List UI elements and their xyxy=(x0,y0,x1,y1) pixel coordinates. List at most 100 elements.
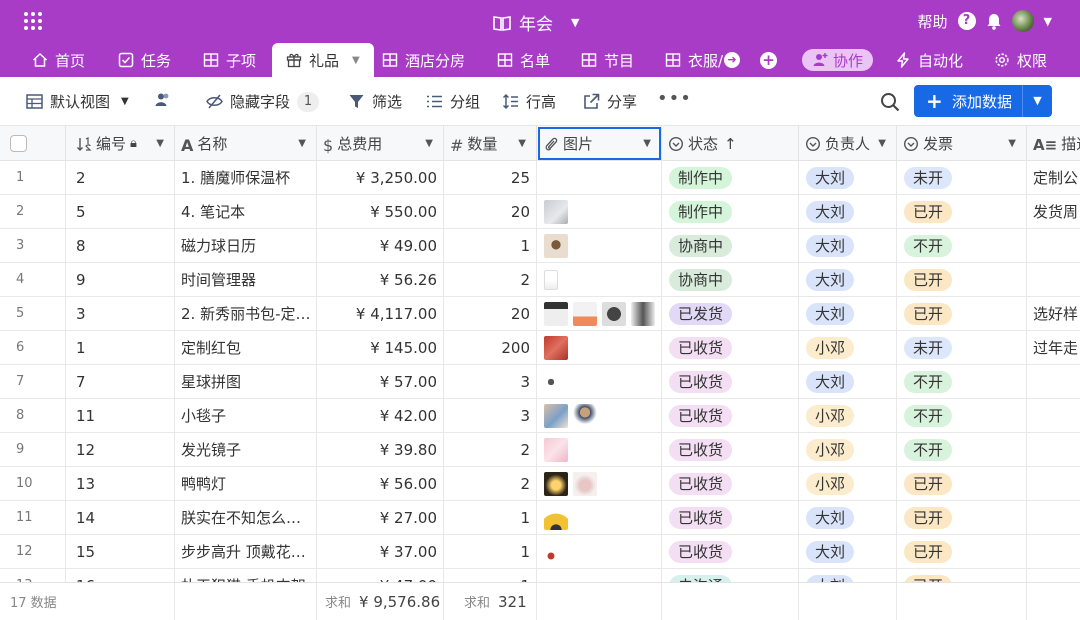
tab-gifts[interactable]: 礼品 ▼ xyxy=(272,43,374,77)
more-options-button[interactable]: ••• xyxy=(657,88,692,109)
column-header-description[interactable]: A≡ 描述 xyxy=(1027,126,1080,161)
add-data-dropdown[interactable]: ▼ xyxy=(1022,85,1052,117)
select-all-checkbox[interactable] xyxy=(10,135,27,152)
cell-number[interactable]: 8 xyxy=(66,229,175,262)
column-header-quantity[interactable]: # 数量 ▼ xyxy=(444,126,537,161)
cell-total-cost[interactable]: ¥ 4,117.00 xyxy=(317,297,444,330)
cell-description[interactable] xyxy=(1027,569,1080,582)
sum-cost-cell[interactable]: 求和 ¥ 9,576.86 xyxy=(317,583,444,620)
cell-total-cost[interactable]: ¥ 39.80 xyxy=(317,433,444,466)
cell-name[interactable]: 星球拼图 xyxy=(175,365,317,398)
column-header-status[interactable]: 状态 ↑ xyxy=(662,126,799,161)
cell-status[interactable]: 已收货 xyxy=(662,501,799,534)
cell-invoice[interactable]: 已开 xyxy=(897,195,1027,228)
cell-status[interactable]: 已收货 xyxy=(662,467,799,500)
image-thumbnail[interactable] xyxy=(544,505,568,530)
automation-button[interactable]: 自动化 xyxy=(895,43,963,77)
cell-images[interactable] xyxy=(537,365,662,398)
hide-fields-button[interactable]: 隐藏字段 1 xyxy=(206,91,320,112)
cell-images[interactable] xyxy=(537,297,662,330)
table-row[interactable]: 5 3 2. 新秀丽书包-定… ¥ 4,117.00 20 已发货 大刘 已开 选好样 xyxy=(0,297,1080,331)
image-thumbnail[interactable] xyxy=(544,371,558,392)
cell-owner[interactable]: 大刘 xyxy=(799,161,897,194)
cell-number[interactable]: 14 xyxy=(66,501,175,534)
cell-number[interactable]: 2 xyxy=(66,161,175,194)
cell-invoice[interactable]: 已开 xyxy=(897,501,1027,534)
app-grid-icon[interactable] xyxy=(24,12,42,30)
row-height-button[interactable]: 行高 xyxy=(502,91,556,112)
cell-status[interactable]: 制作中 xyxy=(662,195,799,228)
cell-total-cost[interactable]: ¥ 27.00 xyxy=(317,501,444,534)
cell-quantity[interactable]: 1 xyxy=(444,569,537,582)
cell-invoice[interactable]: 未开 xyxy=(897,331,1027,364)
cell-images[interactable] xyxy=(537,331,662,364)
image-thumbnail[interactable] xyxy=(573,301,597,326)
cell-owner[interactable]: 大刘 xyxy=(799,263,897,296)
image-thumbnail[interactable] xyxy=(544,437,568,462)
cell-status[interactable]: 制作中 xyxy=(662,161,799,194)
column-header-total-cost[interactable]: $ 总费用 ▼ xyxy=(317,126,444,161)
cell-owner[interactable]: 小邓 xyxy=(799,331,897,364)
tab-tasks[interactable]: 任务 xyxy=(118,43,171,77)
cell-owner[interactable]: 大刘 xyxy=(799,297,897,330)
cell-invoice[interactable]: 不开 xyxy=(897,433,1027,466)
help-link[interactable]: 帮助 xyxy=(918,11,948,32)
permissions-button[interactable]: 权限 xyxy=(994,43,1047,77)
cell-invoice[interactable]: 不开 xyxy=(897,399,1027,432)
cell-quantity[interactable]: 1 xyxy=(444,535,537,568)
help-icon[interactable]: ? xyxy=(957,12,976,30)
cell-status[interactable]: 已收货 xyxy=(662,399,799,432)
cell-name[interactable]: 扑天犯猫 手机支架 xyxy=(175,569,317,582)
cell-owner[interactable]: 大刘 xyxy=(799,195,897,228)
cell-description[interactable] xyxy=(1027,501,1080,534)
image-thumbnail[interactable] xyxy=(544,335,568,360)
cell-quantity[interactable]: 20 xyxy=(444,297,537,330)
scroll-tabs-arrow-icon[interactable]: ➜ xyxy=(724,52,740,68)
cell-quantity[interactable]: 2 xyxy=(444,467,537,500)
chevron-down-icon[interactable]: ▼ xyxy=(1044,15,1052,28)
cell-description[interactable]: 过年走 xyxy=(1027,331,1080,364)
tab-roster[interactable]: 名单 xyxy=(497,43,550,77)
tab-programs[interactable]: 节目 xyxy=(581,43,634,77)
cell-total-cost[interactable]: ¥ 145.00 xyxy=(317,331,444,364)
cell-number[interactable]: 9 xyxy=(66,263,175,296)
cell-status[interactable]: 已收货 xyxy=(662,433,799,466)
cell-invoice[interactable]: 已开 xyxy=(897,535,1027,568)
tab-home[interactable]: 首页 xyxy=(32,43,85,77)
share-button[interactable]: 分享 xyxy=(583,91,637,112)
cell-owner[interactable]: 大刘 xyxy=(799,501,897,534)
cell-name[interactable]: 步步高升 顶戴花… xyxy=(175,535,317,568)
cell-quantity[interactable]: 1 xyxy=(444,501,537,534)
cell-number[interactable]: 5 xyxy=(66,195,175,228)
chevron-down-icon[interactable]: ▼ xyxy=(298,138,306,149)
cell-quantity[interactable]: 3 xyxy=(444,365,537,398)
column-header-name[interactable]: A 名称 ▼ xyxy=(175,126,317,161)
cell-owner[interactable]: 小邓 xyxy=(799,399,897,432)
cell-images[interactable] xyxy=(537,195,662,228)
cell-description[interactable]: 发货周 xyxy=(1027,195,1080,228)
cell-description[interactable]: 定制公 xyxy=(1027,161,1080,194)
cell-images[interactable] xyxy=(537,535,662,568)
cell-images[interactable] xyxy=(537,263,662,296)
app-title[interactable]: 年会 ▼ xyxy=(493,10,579,35)
cell-description[interactable] xyxy=(1027,433,1080,466)
cell-quantity[interactable]: 25 xyxy=(444,161,537,194)
image-thumbnail[interactable] xyxy=(544,199,568,224)
cell-name[interactable]: 鸭鸭灯 xyxy=(175,467,317,500)
table-row[interactable]: 3 8 磁力球日历 ¥ 49.00 1 协商中 大刘 不开 xyxy=(0,229,1080,263)
cell-description[interactable] xyxy=(1027,263,1080,296)
column-header-number[interactable]: 编号 🔒︎ ▼ xyxy=(66,126,175,161)
cell-number[interactable]: 13 xyxy=(66,467,175,500)
cell-total-cost[interactable]: ¥ 37.00 xyxy=(317,535,444,568)
cell-total-cost[interactable]: ¥ 42.00 xyxy=(317,399,444,432)
cell-status[interactable]: 协商中 xyxy=(662,229,799,262)
cell-total-cost[interactable]: ¥ 550.00 xyxy=(317,195,444,228)
image-thumbnail[interactable] xyxy=(573,471,597,496)
cell-invoice[interactable]: 已开 xyxy=(897,467,1027,500)
table-row[interactable]: 9 12 发光镜子 ¥ 39.80 2 已收货 小邓 不开 xyxy=(0,433,1080,467)
chevron-down-icon[interactable]: ▼ xyxy=(878,138,886,149)
image-thumbnail[interactable] xyxy=(631,301,655,326)
cell-owner[interactable]: 大刘 xyxy=(799,569,897,582)
table-row[interactable]: 11 14 朕实在不知怎么… ¥ 27.00 1 已收货 大刘 已开 xyxy=(0,501,1080,535)
table-row[interactable]: 1 2 1. 膳魔师保温杯 ¥ 3,250.00 25 制作中 大刘 未开 定制公 xyxy=(0,161,1080,195)
